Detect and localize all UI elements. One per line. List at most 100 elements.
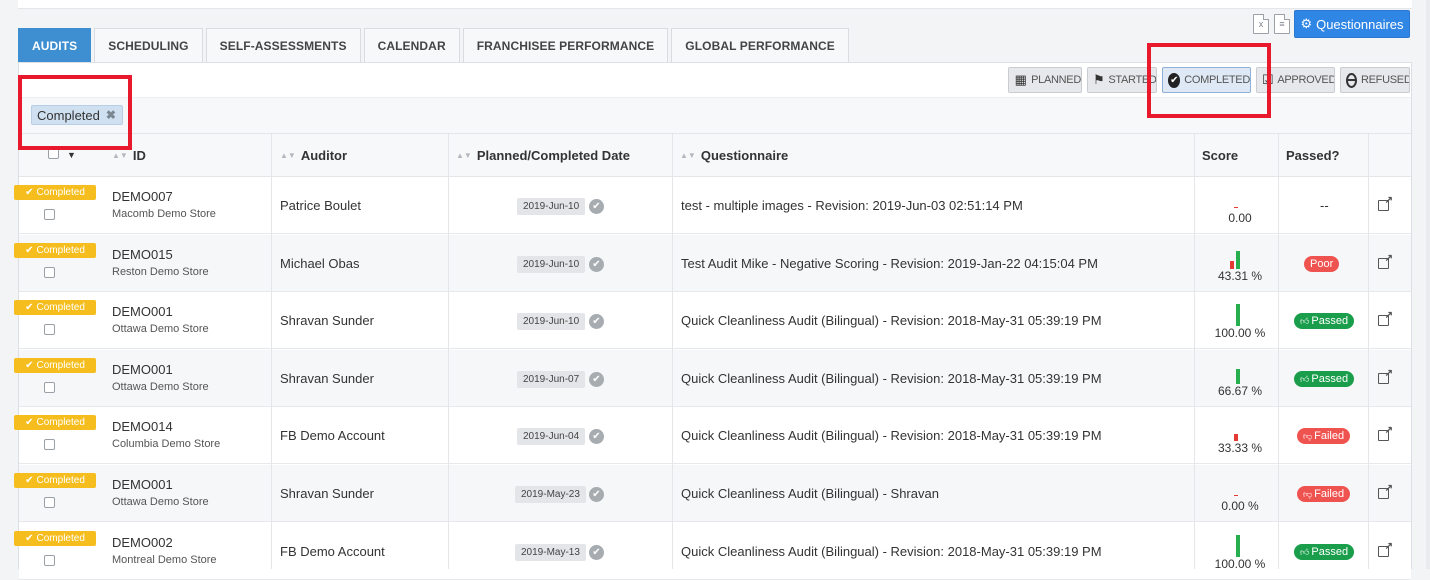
column-divider — [672, 133, 673, 569]
gear-icon: ⚙ — [1300, 16, 1313, 31]
thumbs-up-icon: 👍︎ — [1300, 373, 1310, 384]
tab-franchisee-performance[interactable]: FRANCHISEE PERFORMANCE — [462, 28, 669, 62]
row-checkbox[interactable] — [44, 209, 55, 220]
main-tabs: AUDITS SCHEDULING SELF-ASSESSMENTS CALEN… — [18, 28, 852, 62]
column-divider — [1278, 133, 1279, 569]
filter-started-button[interactable]: ⚑ STARTED — [1087, 67, 1157, 93]
row-checkbox[interactable] — [44, 439, 55, 450]
score-value: 66.67 % — [1217, 384, 1263, 398]
column-header-questionnaire[interactable]: ▲▼ Questionnaire — [680, 133, 788, 177]
check-circle-icon: ✔ — [589, 257, 604, 272]
sort-icon: ▲▼ — [680, 150, 696, 160]
status-badge: ✔ Completed — [14, 415, 96, 430]
check-circle-icon: ✔ — [1168, 72, 1181, 88]
select-all-checkbox[interactable] — [48, 148, 59, 159]
audit-id[interactable]: DEMO002 — [112, 535, 173, 550]
column-header-score[interactable]: Score — [1202, 133, 1238, 177]
tab-self-assessments[interactable]: SELF-ASSESSMENTS — [205, 28, 361, 62]
row-checkbox[interactable] — [44, 324, 55, 335]
document-file-icon[interactable]: ≡ — [1274, 14, 1290, 34]
score-value: 100.00 % — [1214, 326, 1266, 340]
check-icon: ✔ — [25, 245, 34, 256]
store-name: Reston Demo Store — [112, 266, 209, 278]
audit-id[interactable]: DEMO007 — [112, 189, 173, 204]
thumbs-up-icon: 👍︎ — [1300, 546, 1310, 557]
filter-approved-button[interactable]: ☑ APPROVED — [1256, 67, 1335, 93]
column-header-id[interactable]: ▲▼ ID — [112, 133, 146, 177]
column-header-auditor[interactable]: ▲▼ Auditor — [280, 133, 347, 177]
auditor-name: Shravan Sunder — [280, 313, 374, 328]
score-bar-empty — [1234, 495, 1238, 496]
column-header-id-label: ID — [132, 147, 146, 163]
date-badge: 2019-May-23 — [515, 486, 586, 503]
external-link-icon[interactable] — [1378, 310, 1393, 326]
row-checkbox[interactable] — [44, 382, 55, 393]
external-link-icon[interactable] — [1378, 425, 1393, 441]
audit-id[interactable]: DEMO001 — [112, 304, 173, 319]
audit-id[interactable]: DEMO014 — [112, 419, 173, 434]
date-badge: 2019-Jun-10 — [517, 256, 586, 273]
external-link-icon[interactable] — [1378, 253, 1393, 269]
filter-refused-button[interactable]: REFUSED — [1340, 67, 1410, 93]
audit-id[interactable]: DEMO015 — [112, 247, 173, 262]
auditor-name: FB Demo Account — [280, 428, 385, 443]
check-icon: ✔ — [25, 475, 34, 486]
row-checkbox[interactable] — [44, 555, 55, 566]
row-checkbox[interactable] — [44, 267, 55, 278]
passed-badge: 👍︎ Passed — [1294, 544, 1355, 560]
close-icon[interactable]: ✖ — [106, 108, 116, 122]
filter-completed-button[interactable]: ✔ COMPLETED — [1162, 67, 1251, 93]
check-icon: ✔ — [25, 533, 34, 544]
filter-planned-button[interactable]: ▦ PLANNED — [1008, 67, 1082, 93]
external-link-icon[interactable] — [1378, 368, 1393, 384]
filter-chip-label: Completed — [37, 107, 100, 123]
score-value: 0.00 % — [1221, 499, 1259, 513]
column-header-auditor-label: Auditor — [300, 147, 348, 163]
status-badge-label: Completed — [36, 360, 85, 371]
check-icon: ✔ — [25, 302, 34, 313]
status-badge: ✔ Completed — [14, 300, 96, 315]
status-badge: ✔ Completed — [14, 243, 96, 258]
tab-calendar[interactable]: CALENDAR — [363, 28, 460, 62]
check-icon: ✔ — [25, 187, 34, 198]
auditor-name: Michael Obas — [280, 256, 360, 271]
check-icon: ✔ — [25, 417, 34, 428]
thumbs-up-icon: 👍︎ — [1300, 315, 1310, 326]
column-divider — [448, 133, 449, 569]
audit-id[interactable]: DEMO001 — [112, 477, 173, 492]
store-name: Macomb Demo Store — [112, 208, 216, 220]
passed-badge-label: Passed — [1311, 373, 1349, 385]
column-divider — [1194, 133, 1195, 569]
questionnaires-button[interactable]: ⚙ Questionnaires — [1294, 10, 1410, 38]
questionnaire-name: Quick Cleanliness Audit (Bilingual) - Re… — [681, 313, 1102, 328]
sort-icon: ▲▼ — [280, 150, 296, 160]
external-link-icon[interactable] — [1378, 541, 1393, 557]
passed-badge-label: Failed — [1314, 488, 1345, 500]
tab-global-performance[interactable]: GLOBAL PERFORMANCE — [671, 28, 849, 62]
column-header-date-label: Planned/Completed Date — [476, 147, 630, 163]
filter-completed-label: COMPLETED — [1184, 74, 1250, 86]
chevron-down-icon[interactable]: ▼ — [67, 133, 76, 177]
external-link-icon[interactable] — [1378, 195, 1393, 211]
store-name: Ottawa Demo Store — [112, 381, 209, 393]
filter-approved-label: APPROVED — [1277, 74, 1335, 86]
tab-audits[interactable]: AUDITS — [18, 28, 92, 62]
scrollbar[interactable] — [1426, 0, 1430, 569]
filter-refused-label: REFUSED — [1361, 74, 1410, 86]
auditor-name: Shravan Sunder — [280, 486, 374, 501]
score-bar-green — [1236, 535, 1240, 557]
filter-chip-completed[interactable]: Completed ✖ — [31, 105, 123, 125]
score-value: 43.31 % — [1217, 269, 1263, 283]
column-header-passed[interactable]: Passed? — [1286, 133, 1339, 177]
check-circle-icon: ✔ — [589, 545, 604, 560]
tab-scheduling[interactable]: SCHEDULING — [94, 28, 203, 62]
status-badge-label: Completed — [36, 417, 85, 428]
column-header-date[interactable]: ▲▼ Planned/Completed Date — [456, 133, 630, 177]
audit-id[interactable]: DEMO001 — [112, 362, 173, 377]
questionnaire-name: test - multiple images - Revision: 2019-… — [681, 198, 1023, 213]
external-link-icon[interactable] — [1378, 483, 1393, 499]
check-circle-icon: ✔ — [589, 429, 604, 444]
excel-file-icon[interactable]: x — [1253, 14, 1269, 34]
passed-badge-label: Poor — [1310, 258, 1334, 270]
row-checkbox[interactable] — [44, 497, 55, 508]
